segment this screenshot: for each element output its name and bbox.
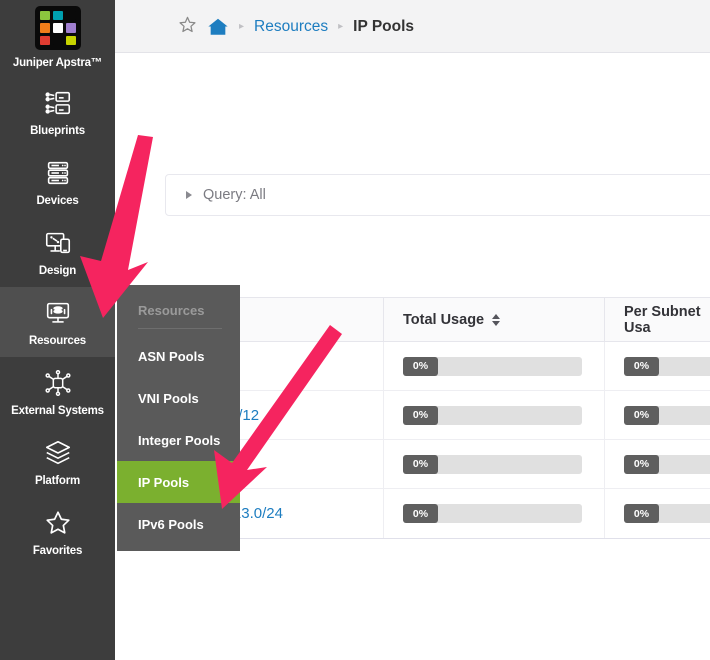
usage-bar: 0% [624, 454, 710, 474]
sidebar-item-label: Resources [28, 334, 86, 347]
table-row[interactable]: 2.16.0.0/12 0% 0% [165, 391, 710, 440]
sidebar-item-external-systems[interactable]: External Systems [0, 357, 115, 427]
logo-cell [65, 23, 76, 33]
favorite-star-icon[interactable] [178, 15, 197, 39]
menu-item-label: VNI Pools [138, 390, 199, 406]
devices-icon [43, 158, 73, 188]
external-systems-icon [43, 368, 73, 398]
usage-badge: 0% [624, 356, 659, 376]
dropdown-header: Resources [138, 303, 205, 318]
table-row[interactable]: 203.0.113.0/24 0% 0% [165, 489, 710, 538]
favorites-star-icon [43, 508, 73, 538]
cell-total-usage: 0% [384, 489, 605, 538]
logo-cell [39, 11, 50, 21]
menu-item-ipv6-pools[interactable]: IPv6 Pools [117, 503, 240, 545]
usage-badge: 0% [403, 504, 438, 523]
main-sidebar: Juniper Apstra™ Blueprints Devices Desig… [0, 0, 115, 660]
usage-bar: 0% [624, 356, 710, 376]
usage-badge: 0% [403, 454, 438, 474]
table-row[interactable]: 0.0.0/8 0% 0% [165, 342, 710, 391]
sidebar-item-label: Design [38, 264, 77, 277]
menu-item-label: IP Pools [138, 474, 190, 490]
home-icon[interactable] [207, 16, 229, 38]
top-header-bar: ▸ Resources ▸ IP Pools [115, 0, 710, 53]
usage-bar: 0% [403, 405, 582, 425]
cell-total-usage: 0% [384, 342, 605, 390]
logo-cell [39, 35, 50, 45]
sidebar-item-label: External Systems [11, 404, 104, 417]
sidebar-item-resources[interactable]: Resources [0, 287, 115, 357]
sidebar-item-label: Devices [36, 194, 79, 207]
usage-bar: 0% [403, 356, 582, 376]
usage-bar: 0% [624, 405, 710, 425]
blueprints-icon [43, 88, 73, 118]
query-label: Query: All [203, 187, 266, 203]
platform-icon [43, 438, 73, 468]
breadcrumb-separator: ▸ [239, 21, 245, 32]
breadcrumb-link-resources[interactable]: Resources [254, 18, 328, 36]
menu-item-integer-pools[interactable]: Integer Pools [117, 419, 240, 461]
sidebar-item-blueprints[interactable]: Blueprints [0, 77, 115, 147]
logo-cell [52, 35, 63, 45]
design-icon [43, 228, 73, 258]
cell-per-subnet-usage: 0% [605, 342, 710, 390]
usage-bar: 0% [624, 504, 710, 523]
usage-badge: 0% [624, 504, 659, 523]
table-row[interactable]: 8.0.0/16 0% 0% [165, 440, 710, 489]
menu-item-vni-pools[interactable]: VNI Pools [117, 377, 240, 419]
cell-per-subnet-usage: 0% [605, 440, 710, 488]
usage-badge: 0% [403, 405, 438, 425]
usage-badge: 0% [403, 356, 438, 376]
logo-cell [39, 23, 50, 33]
chevron-right-icon[interactable] [186, 191, 192, 199]
cell-total-usage: 0% [384, 391, 605, 439]
menu-item-label: Integer Pools [138, 432, 221, 448]
breadcrumb-current-ip-pools: IP Pools [353, 17, 415, 35]
logo-cell [65, 11, 76, 21]
usage-bar: 0% [403, 504, 582, 523]
cell-per-subnet-usage: 0% [605, 391, 710, 439]
sidebar-item-favorites[interactable]: Favorites [0, 497, 115, 567]
sort-icon[interactable] [492, 313, 501, 326]
column-header-per-subnet-usage[interactable]: Per Subnet Usa [605, 298, 710, 341]
column-header-label: Per Subnet Usa [624, 303, 701, 336]
juniper-apstra-logo-icon [34, 6, 81, 50]
sidebar-item-design[interactable]: Design [0, 217, 115, 287]
breadcrumb: ▸ Resources ▸ IP Pools [115, 0, 710, 53]
cell-per-subnet-usage: 0% [605, 489, 710, 538]
logo-cell [65, 35, 76, 45]
sidebar-item-label: Platform [34, 474, 81, 487]
query-filter-bar[interactable]: Query: All [165, 174, 710, 216]
column-header-total-usage[interactable]: Total Usage [384, 298, 605, 341]
menu-item-label: IPv6 Pools [138, 516, 204, 532]
ip-pools-table: e Total Usage Per Subnet Usa 0.0.0/8 0% [165, 297, 710, 539]
logo-cell [52, 11, 63, 21]
menu-item-label: ASN Pools [138, 348, 205, 364]
table-header-row: e Total Usage Per Subnet Usa [165, 298, 710, 342]
brand-block[interactable]: Juniper Apstra™ [0, 0, 115, 69]
resources-icon [43, 298, 73, 328]
brand-title: Juniper Apstra™ [12, 57, 103, 69]
dropdown-separator [138, 328, 222, 329]
usage-bar: 0% [403, 454, 582, 474]
sidebar-item-label: Favorites [32, 544, 83, 557]
app-root: Juniper Apstra™ Blueprints Devices Desig… [0, 0, 710, 660]
logo-cell [52, 23, 63, 33]
menu-item-ip-pools[interactable]: IP Pools [117, 461, 240, 503]
breadcrumb-separator: ▸ [338, 21, 344, 32]
column-header-label: Total Usage [403, 311, 485, 328]
sidebar-item-label: Blueprints [30, 124, 85, 137]
usage-badge: 0% [624, 454, 659, 474]
sidebar-item-platform[interactable]: Platform [0, 427, 115, 497]
cell-total-usage: 0% [384, 440, 605, 488]
resources-dropdown-menu: Resources ASN Pools VNI Pools Integer Po… [117, 285, 240, 551]
menu-item-asn-pools[interactable]: ASN Pools [117, 335, 240, 377]
sidebar-item-devices[interactable]: Devices [0, 147, 115, 217]
usage-badge: 0% [624, 405, 659, 425]
